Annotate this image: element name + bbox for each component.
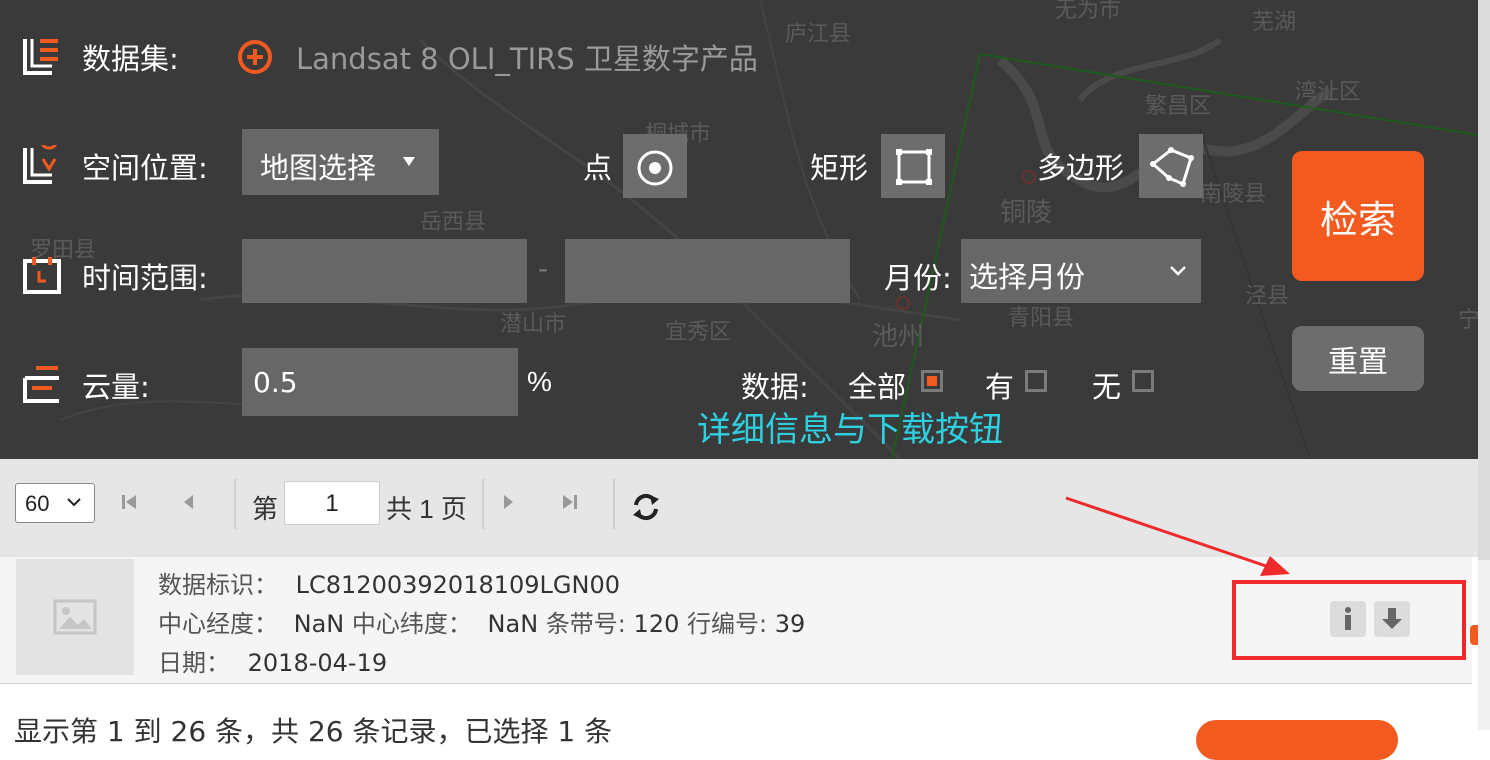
center-lon-value: NaN: [293, 610, 345, 638]
refresh-icon[interactable]: [630, 491, 662, 523]
date-value: 2018-04-19: [247, 649, 388, 677]
row-number-value: 39: [774, 610, 806, 638]
date-label: 日期：: [158, 649, 230, 677]
reset-button[interactable]: 重置: [1292, 326, 1424, 391]
page-prefix: 第: [252, 494, 279, 524]
image-placeholder-icon: [53, 599, 97, 635]
data-filter-none-label: 无: [1092, 370, 1122, 404]
chevron-down-icon: [1170, 266, 1186, 276]
map-label: 芜湖: [1252, 10, 1297, 35]
path-label: 条带号:: [545, 610, 626, 638]
target-point-icon: [637, 150, 673, 186]
page-size-value: 60: [25, 491, 50, 516]
month-select[interactable]: 选择月份: [961, 239, 1201, 303]
first-page-icon[interactable]: [120, 493, 138, 511]
cloud-unit: %: [527, 366, 552, 397]
polygon-icon: [1150, 147, 1194, 187]
data-filter-all-checkbox[interactable]: [921, 370, 943, 392]
polygon-label: 多边形: [1037, 151, 1125, 185]
chevron-down-icon: [67, 498, 81, 507]
cloud-value: 0.5: [253, 366, 298, 399]
point-label: 点: [583, 151, 613, 185]
dataset-label: 数据集:: [82, 42, 179, 76]
map-label: 池州: [872, 322, 925, 352]
map-label: 潜山市: [500, 312, 567, 337]
page-number-value: 1: [325, 490, 339, 517]
month-label: 月份:: [884, 261, 952, 295]
location-icon: [23, 145, 58, 184]
date-range-separator: -: [538, 252, 548, 285]
map-label: 泾县: [1245, 284, 1290, 309]
page-total: 共 1 页: [386, 494, 467, 524]
calendar-icon: [23, 257, 61, 294]
dataset-value[interactable]: Landsat 8 OLI_TIRS 卫星数字产品: [296, 36, 758, 78]
scene-id-label: 数据标识：: [158, 571, 278, 599]
data-filter-none-checkbox[interactable]: [1132, 370, 1154, 392]
center-lat-label: 中心纬度：: [351, 610, 472, 638]
scrollbar-thumb[interactable]: [1478, 0, 1490, 560]
cloud-label: 云量:: [82, 370, 150, 404]
data-filter-yes-checkbox[interactable]: [1025, 370, 1047, 392]
page-number-input[interactable]: 1: [284, 481, 380, 525]
center-lon-label: 中心经度：: [158, 610, 278, 638]
page-size-select[interactable]: 60: [15, 483, 95, 523]
time-range-label: 时间范围:: [82, 261, 208, 295]
map-label: 青阳县: [1008, 306, 1075, 331]
end-date-input[interactable]: [565, 239, 850, 303]
data-filter-all-label: 全部: [848, 370, 907, 404]
map-label: 宁: [1458, 308, 1478, 333]
location-select[interactable]: 地图选择: [242, 129, 439, 195]
map-label: 繁昌区: [1145, 94, 1212, 119]
annotation-text: 详细信息与下载按钮: [697, 410, 1003, 450]
location-label: 空间位置:: [82, 151, 208, 185]
month-select-value: 选择月份: [969, 260, 1086, 294]
next-page-icon[interactable]: [500, 493, 516, 511]
location-select-value: 地图选择: [260, 151, 377, 185]
center-lat-value: NaN: [487, 610, 539, 638]
map-label: 岳西县: [420, 210, 487, 235]
rectangle-icon: [896, 149, 932, 185]
data-filter-label: 数据:: [741, 370, 809, 404]
caret-down-icon: [403, 157, 415, 166]
start-date-input[interactable]: [242, 239, 527, 303]
row-number-label: 行编号:: [687, 610, 768, 638]
annotation-arrow-icon: [1065, 496, 1290, 576]
city-marker-icon: [896, 296, 910, 310]
point-tool-button[interactable]: [623, 134, 687, 198]
scene-thumbnail[interactable]: [16, 559, 134, 675]
map-label: 湾沚区: [1295, 80, 1362, 105]
annotation-highlight-box: [1232, 580, 1466, 660]
page-scrollbar[interactable]: [1478, 0, 1490, 730]
rectangle-tool-button[interactable]: [881, 134, 945, 198]
add-dataset-icon[interactable]: [237, 39, 273, 75]
last-page-icon[interactable]: [561, 493, 579, 511]
map-label: 铜陵: [1000, 198, 1053, 228]
map-label: 宜秀区: [665, 320, 732, 345]
polygon-tool-button[interactable]: [1139, 134, 1203, 198]
search-button[interactable]: 检索: [1292, 151, 1424, 281]
city-marker-icon: [1022, 170, 1036, 184]
scene-id-value: LC81200392018109LGN00: [295, 571, 621, 599]
previous-page-icon[interactable]: [181, 493, 197, 511]
map-label: 南陵县: [1200, 182, 1267, 207]
records-summary: 显示第 1 到 26 条，共 26 条记录，已选择 1 条: [14, 715, 613, 748]
cloud-icon: [23, 366, 59, 403]
rectangle-label: 矩形: [810, 151, 869, 185]
path-value: 120: [633, 610, 680, 638]
row-edge-marker: [1470, 625, 1478, 645]
map-label: 无为市: [1055, 0, 1122, 23]
batch-action-button[interactable]: [1196, 720, 1398, 760]
data-filter-yes-label: 有: [985, 370, 1015, 404]
dataset-icon: [23, 39, 58, 75]
cloud-input[interactable]: 0.5: [242, 348, 518, 416]
map-label: 庐江县: [785, 22, 852, 47]
